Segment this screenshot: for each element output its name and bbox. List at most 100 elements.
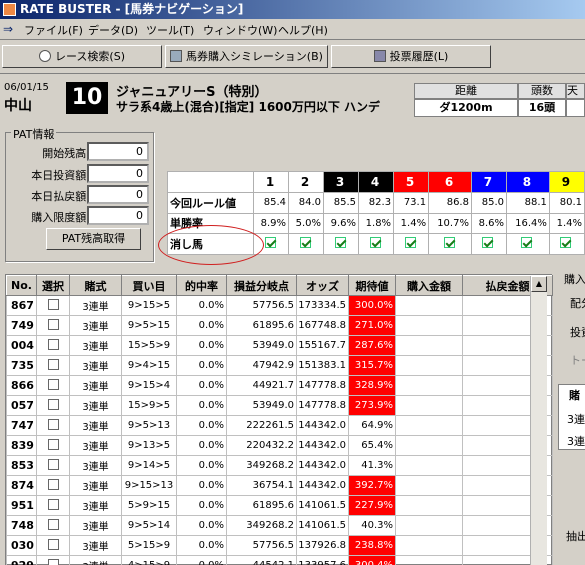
hit-rate-cell: 0.0% <box>176 535 227 556</box>
rule-value-cell: 88.1 <box>505 191 550 214</box>
expected-value-cell: 392.7% <box>348 475 396 496</box>
row-number-cell: 951 <box>6 495 37 516</box>
combination-cell: 5>9>15 <box>121 495 177 516</box>
pat-balance-button[interactable]: PAT残高取得 <box>46 228 141 250</box>
pat-limit-field[interactable]: 0 <box>87 206 149 225</box>
scratch-cell <box>358 233 395 255</box>
pat-investment-field[interactable]: 0 <box>87 164 149 183</box>
combination-cell: 9>5>15 <box>121 315 177 336</box>
select-checkbox[interactable] <box>47 558 59 565</box>
app-icon <box>3 3 16 16</box>
right-allocation-label: 配分 <box>570 297 585 310</box>
bet-type-cell: 3連単 <box>69 515 122 536</box>
table-row[interactable]: 867 3連単 9>15>5 0.0% 57756.5 173334.5 300.0% <box>6 295 553 316</box>
scratch-cell <box>548 233 585 255</box>
column-header-7[interactable]: 期待値 <box>348 275 396 296</box>
table-row[interactable]: 748 3連単 9>5>14 0.0% 349268.2 141061.5 40.3% <box>6 515 553 536</box>
win-rate-cell: 10.7% <box>428 212 472 235</box>
pat-info-title: PAT情報 <box>11 126 57 142</box>
simulation-button[interactable]: 馬券購入シミレーション(B) <box>165 45 328 68</box>
column-header-2[interactable]: 賭式 <box>69 275 122 296</box>
combination-cell: 15>5>9 <box>121 335 177 356</box>
scratch-checkbox[interactable] <box>404 237 416 249</box>
column-header-3[interactable]: 買い目 <box>121 275 177 296</box>
select-checkbox[interactable] <box>47 458 59 470</box>
odds-cell: 144342.0 <box>296 415 349 436</box>
scratch-checkbox[interactable] <box>264 237 276 249</box>
combination-cell: 5>15>9 <box>121 535 177 556</box>
column-header-6[interactable]: オッズ <box>296 275 349 296</box>
select-checkbox[interactable] <box>47 418 59 430</box>
table-row[interactable]: 030 3連単 5>15>9 0.0% 57756.5 137926.8 238.8% <box>6 535 553 556</box>
pat-payout-field[interactable]: 0 <box>87 185 149 204</box>
window-title: RATE BUSTER - [馬券ナビゲーション] <box>20 2 244 16</box>
scratch-checkbox[interactable] <box>443 237 455 249</box>
select-checkbox[interactable] <box>47 298 59 310</box>
pat-start-balance-field[interactable]: 0 <box>87 142 149 161</box>
win-rate-cell: 1.4% <box>393 212 430 235</box>
breakeven-cell: 61895.6 <box>226 315 297 336</box>
horse-number-8: 8 <box>505 171 550 193</box>
scratch-checkbox[interactable] <box>334 237 346 249</box>
scroll-up-arrow-icon[interactable]: ▲ <box>531 276 547 292</box>
table-row[interactable]: 866 3連単 9>15>4 0.0% 44921.7 147778.8 328.9% <box>6 375 553 396</box>
menu-data[interactable]: データ(D) <box>88 22 138 38</box>
purchase-amount-cell <box>395 435 463 456</box>
table-row[interactable]: 749 3連単 9>5>15 0.0% 61895.6 167748.8 271.0% <box>6 315 553 336</box>
bet-list-scrollbar[interactable]: ▲ <box>530 276 547 565</box>
select-checkbox[interactable] <box>47 358 59 370</box>
scratch-checkbox[interactable] <box>521 237 533 249</box>
select-checkbox[interactable] <box>47 518 59 530</box>
select-checkbox[interactable] <box>47 438 59 450</box>
breakeven-cell: 53949.0 <box>226 335 297 356</box>
select-checkbox[interactable] <box>47 478 59 490</box>
breakeven-cell: 57756.5 <box>226 535 297 556</box>
menu-tools[interactable]: ツール(T) <box>146 22 194 38</box>
race-search-button[interactable]: レース検索(S) <box>2 45 162 68</box>
column-header-8[interactable]: 購入金額 <box>395 275 463 296</box>
select-cell <box>36 535 70 556</box>
scratch-checkbox[interactable] <box>482 237 494 249</box>
select-checkbox[interactable] <box>47 398 59 410</box>
horse-number-7: 7 <box>470 171 507 193</box>
select-checkbox[interactable] <box>47 378 59 390</box>
mdi-window-icon[interactable]: ⇒ <box>3 23 17 35</box>
table-row[interactable]: 735 3連単 9>4>15 0.0% 47942.9 151383.1 315.7% <box>6 355 553 376</box>
select-checkbox[interactable] <box>47 338 59 350</box>
breakeven-cell: 61895.6 <box>226 495 297 516</box>
history-button[interactable]: 投票履歴(L) <box>331 45 491 68</box>
purchase-amount-cell <box>395 295 463 316</box>
odds-cell: 147778.8 <box>296 375 349 396</box>
table-row[interactable]: 853 3連単 9>14>5 0.0% 349268.2 144342.0 41.3% <box>6 455 553 476</box>
scratch-checkbox[interactable] <box>560 237 572 249</box>
table-row[interactable]: 874 3連単 9>15>13 0.0% 36754.1 144342.0 392.7% <box>6 475 553 496</box>
table-row[interactable]: 839 3連単 9>13>5 0.0% 220432.2 144342.0 65.4% <box>6 435 553 456</box>
select-checkbox[interactable] <box>47 318 59 330</box>
bet-type-cell: 3連単 <box>69 495 122 516</box>
table-row[interactable]: 004 3連単 15>5>9 0.0% 53949.0 155167.7 287.6% <box>6 335 553 356</box>
table-row[interactable]: 057 3連単 15>9>5 0.0% 53949.0 147778.8 273.9% <box>6 395 553 416</box>
column-header-1[interactable]: 選択 <box>36 275 70 296</box>
bet-type-cell: 3連単 <box>69 315 122 336</box>
select-cell <box>36 295 70 316</box>
column-header-4[interactable]: 的中率 <box>176 275 227 296</box>
menu-file[interactable]: ファイル(F) <box>24 22 83 38</box>
bet-type-cell: 3連単 <box>69 395 122 416</box>
scratch-checkbox[interactable] <box>369 237 381 249</box>
table-row[interactable]: 951 3連単 5>9>15 0.0% 61895.6 141061.5 227.9% <box>6 495 553 516</box>
menu-help[interactable]: ヘルプ(H) <box>278 22 328 38</box>
column-header-5[interactable]: 損益分岐点 <box>226 275 297 296</box>
right-total-label: トー <box>570 354 585 367</box>
win-rate-cell: 5.0% <box>288 212 325 235</box>
menu-window[interactable]: ウィンドウ(W) <box>203 22 277 38</box>
select-checkbox[interactable] <box>47 498 59 510</box>
expected-value-cell: 238.8% <box>348 535 396 556</box>
scratch-checkbox[interactable] <box>299 237 311 249</box>
select-checkbox[interactable] <box>47 538 59 550</box>
bet-type-cell: 3連単 <box>69 415 122 436</box>
table-row[interactable]: 929 3連単4>15>90.0%44542.1133957.6300.4% <box>6 555 553 565</box>
hit-rate-cell: 0.0% <box>176 375 227 396</box>
column-header-0[interactable]: No. <box>6 275 37 296</box>
table-row[interactable]: 747 3連単 9>5>13 0.0% 222261.5 144342.0 64.9% <box>6 415 553 436</box>
horse-number-4: 4 <box>358 171 395 193</box>
